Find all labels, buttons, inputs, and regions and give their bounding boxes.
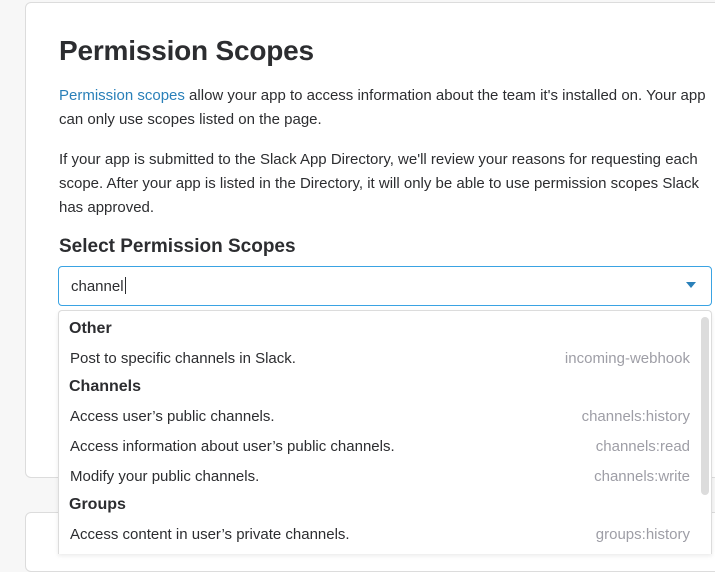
- chevron-down-icon[interactable]: [686, 282, 696, 288]
- option-scope: channels:history: [581, 408, 690, 425]
- scope-search-value: channel: [71, 278, 124, 295]
- option-description: Modify your public channels.: [70, 468, 260, 485]
- permission-scopes-link[interactable]: Permission scopes: [59, 87, 185, 104]
- option-description: Post to specific channels in Slack.: [70, 350, 296, 367]
- group-header-channels: Channels: [69, 378, 142, 395]
- option-channels-history[interactable]: Access user’s public channels. channels:…: [59, 404, 699, 432]
- group-header-other: Other: [69, 320, 112, 337]
- scope-search-input[interactable]: channel: [58, 266, 712, 306]
- group-header-groups: Groups: [69, 496, 126, 513]
- option-channels-read[interactable]: Access information about user’s public c…: [59, 434, 699, 462]
- directory-paragraph: If your app is submitted to the Slack Ap…: [59, 151, 700, 216]
- select-scopes-heading: Select Permission Scopes: [59, 236, 296, 257]
- option-incoming-webhook[interactable]: Post to specific channels in Slack. inco…: [59, 346, 699, 374]
- option-channels-write[interactable]: Modify your public channels. channels:wr…: [59, 464, 699, 492]
- option-scope: groups:history: [595, 526, 690, 543]
- text-cursor: [124, 277, 126, 294]
- option-groups-history[interactable]: Access content in user’s private channel…: [59, 522, 699, 550]
- scope-dropdown-list[interactable]: Other Post to specific channels in Slack…: [58, 310, 712, 554]
- intro-paragraph: Permission scopes allow your app to acce…: [59, 84, 709, 132]
- option-description: Access user’s public channels.: [70, 408, 275, 425]
- option-description: Access content in user’s private channel…: [70, 526, 350, 543]
- page-title: Permission Scopes: [59, 35, 314, 66]
- option-scope: incoming-webhook: [564, 350, 690, 367]
- option-scope: channels:read: [595, 438, 690, 455]
- option-description: Access information about user’s public c…: [70, 438, 395, 455]
- option-scope: channels:write: [594, 468, 690, 485]
- scope-search-text[interactable]: channel: [71, 277, 126, 295]
- dropdown-scrollbar[interactable]: [701, 317, 709, 495]
